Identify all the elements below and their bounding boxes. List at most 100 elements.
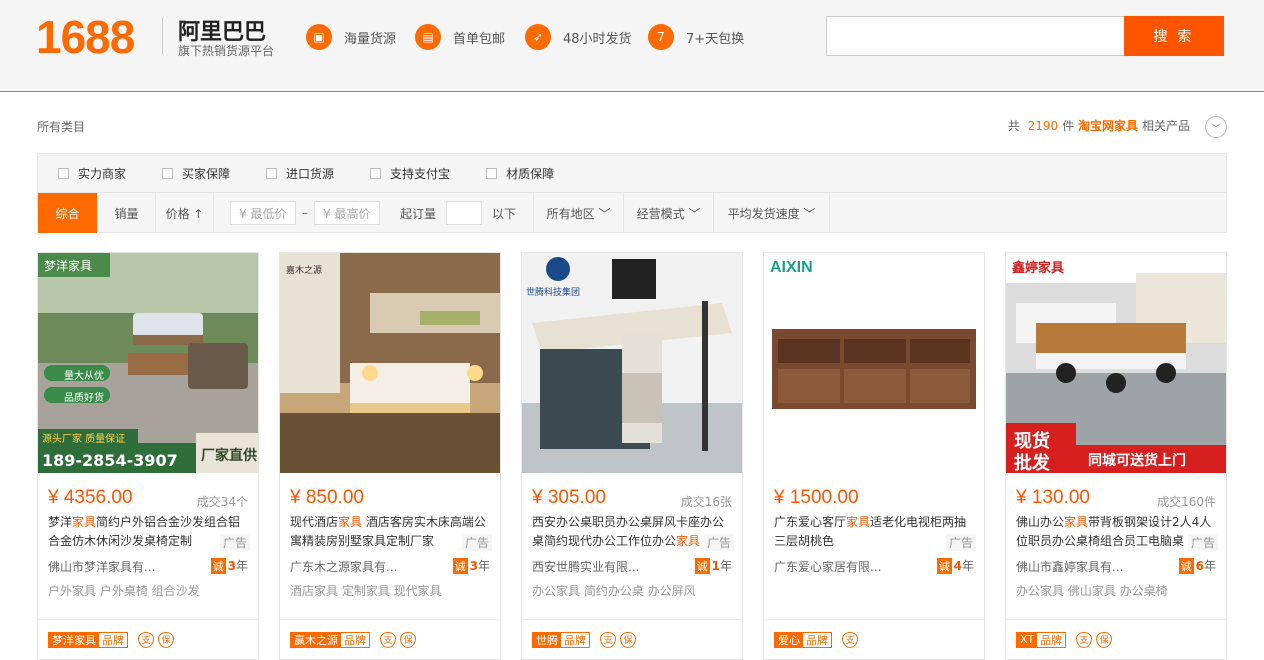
checkbox[interactable] [162,167,174,179]
expand-toggle-icon[interactable]: ﹀ [1205,116,1227,138]
filter-material-guarantee[interactable]: 材质保障 [486,165,554,182]
company-name[interactable]: 西安世腾实业有限... [532,558,639,575]
filter-imported[interactable]: 进口货源 [266,165,334,182]
product-title[interactable]: 佛山办公家具带背板钢架设计2人4人位职员办公桌椅组合员工电脑桌 [1016,513,1216,551]
alipay-icon: 支 [380,631,396,648]
trust-years: 诚3年 [210,557,248,574]
brand-badge[interactable]: 梦洋家具 品牌 [48,631,128,648]
cheng-badge-icon: 诚 [210,557,226,574]
brand-badge[interactable]: 爱心 品牌 [774,631,832,648]
sort-default[interactable]: 综合 [38,193,98,233]
delivery-speed-dropdown[interactable]: 平均发货速度 ﹀ [714,193,830,233]
card-footer: 梦洋家具 品牌 支 保 [38,619,258,659]
product-price: ¥ 130.00 [1016,487,1090,508]
sort-price[interactable]: 价格 ↑ [156,193,214,233]
product-card[interactable]: AIXIN ¥ 1500.00 广东爱心客厅家具适老化电视柜两抽三层胡桃色 广告… [763,252,985,660]
guarantee-icon: 保 [158,631,174,648]
guarantee-icon: 保 [1096,631,1113,648]
product-card[interactable]: 嘉木之源 ¥ 850.00 现代酒店家具 酒店客房实木床高端公寓精装房别墅家具定… [279,252,501,660]
alipay-icon: 支 [842,631,858,648]
filter-panel: 实力商家 买家保障 进口货源 支持支付宝 材质保障 综合 销量 价格 ↑ ¥ 最… [37,153,1227,233]
product-price: ¥ 850.00 [290,487,364,508]
trust-years: 诚4年 [936,557,974,574]
trust-years: 诚3年 [452,557,490,574]
feature-free-shipping: ▤ 首单包邮 [415,24,505,50]
ad-label: 广告 [703,534,734,551]
ad-label: 广告 [945,534,976,551]
brand-badge[interactable]: 赢木之源 品牌 [290,631,370,648]
company-name[interactable]: 广东木之源家具有... [290,558,397,575]
search-button[interactable]: 搜 索 [1124,16,1224,56]
breadcrumb-all-categories[interactable]: 所有类目 [37,118,85,135]
shield-icon: 7 [648,24,674,50]
company-name[interactable]: 广东爱心家居有限... [774,558,881,575]
product-image[interactable]: 嘉木之源 [280,253,500,473]
product-price: ¥ 4356.00 [48,487,133,508]
card-footer: 赢木之源 品牌 支 保 [280,619,500,659]
product-title[interactable]: 西安办公桌职员办公桌屏风卡座办公桌简约现代办公工作位办公家具 [532,513,732,551]
cheng-badge-icon: 诚 [694,557,710,574]
region-dropdown[interactable]: 所有地区 ﹀ [534,193,624,233]
product-title[interactable]: 现代酒店家具 酒店客房实木床高端公寓精装房别墅家具定制厂家 [290,513,490,551]
result-count: 共 2190 件 淘宝网家具 相关产品 [1007,119,1190,133]
filter-buyer-protection[interactable]: 买家保障 [162,165,230,182]
sort-row: 综合 销量 价格 ↑ ¥ 最低价 – ¥ 最高价 起订量 以下 所有地区 ﹀ 经… [38,193,1226,233]
brand-badge[interactable]: XT 品牌 [1016,631,1067,648]
product-tags[interactable]: 办公家具 佛山家具 办公桌椅 [1016,582,1168,599]
product-card[interactable]: 梦洋家具 量大从优 品质好货 源头厂家 质量保证 189-2854-3907 厂… [37,252,259,660]
checkbox[interactable] [58,167,69,179]
ad-label: 广告 [219,534,250,551]
checkbox[interactable] [370,167,382,179]
checkbox[interactable] [486,167,498,179]
feature-48h-delivery: ➶ 48小时发货 [525,24,632,50]
product-image[interactable]: AIXIN [764,253,984,473]
product-tags[interactable]: 户外家具 户外桌椅 组合沙发 [48,582,200,599]
product-title[interactable]: 梦洋家具简约户外铝合金沙发组合铝合金仿木休闲沙发桌椅定制 [48,513,248,551]
cube-icon: ▣ [306,24,332,50]
product-price: ¥ 305.00 [532,487,606,508]
cheng-badge-icon: 诚 [1178,557,1194,574]
deal-count: 成交34个 [196,495,248,509]
price-min-input[interactable]: ¥ 最低价 [230,201,296,225]
product-title[interactable]: 广东爱心客厅家具适老化电视柜两抽三层胡桃色 [774,513,974,551]
product-image[interactable]: 世腾科技集团 [522,253,742,473]
price-max-input[interactable]: ¥ 最高价 [314,201,380,225]
ad-label: 广告 [1187,534,1218,551]
filter-checkbox-row: 实力商家 买家保障 进口货源 支持支付宝 材质保障 [38,154,1226,193]
business-mode-dropdown[interactable]: 经营模式 ﹀ [624,193,714,233]
alipay-icon: 支 [1076,631,1093,648]
guarantee-icon: 保 [400,631,416,648]
company-name[interactable]: 佛山市鑫婷家具有... [1016,558,1123,575]
product-tags[interactable]: 酒店家具 定制家具 现代家具 [290,582,442,599]
ad-label: 广告 [461,534,492,551]
trust-years: 诚6年 [1178,557,1216,574]
logo-subtitle: 旗下热销货源平台 [178,44,275,58]
product-card[interactable]: 鑫婷家具 现货 批发 同城可送货上门 ¥ 130.00 成交160件 佛山办公家… [1005,252,1227,660]
checkbox[interactable] [266,167,278,179]
company-name[interactable]: 佛山市梦洋家具有... [48,558,155,575]
alipay-icon: 支 [138,631,154,648]
moq-filter: 起订量 以下 [384,193,534,233]
logo-1688[interactable]: 1688 [36,10,135,64]
search-input[interactable] [826,16,1126,56]
card-footer: 爱心 品牌 支 [764,619,984,659]
sort-sales[interactable]: 销量 [98,193,156,233]
product-card[interactable]: 世腾科技集团 ¥ 305.00 成交16张 西安办公桌职员办公桌屏风卡座办公桌简… [521,252,743,660]
product-tags[interactable]: 办公家具 简约办公桌 办公屏风 [532,582,696,599]
deal-count: 成交160件 [1157,495,1216,509]
rocket-icon: ➶ [525,24,551,50]
price-range: ¥ 最低价 – ¥ 最高价 [214,193,384,233]
moq-input[interactable] [446,201,483,225]
filter-strong-merchant[interactable]: 实力商家 [58,165,126,182]
alipay-icon: 支 [600,631,616,648]
product-image[interactable]: 鑫婷家具 现货 批发 同城可送货上门 [1006,253,1226,473]
brand-badge[interactable]: 世腾 品牌 [532,631,590,648]
filter-alipay[interactable]: 支持支付宝 [370,165,450,182]
feature-mass-supply: ▣ 海量货源 [306,24,396,50]
product-image[interactable]: 梦洋家具 量大从优 品质好货 源头厂家 质量保证 189-2854-3907 厂… [38,253,258,473]
truck-icon: ▤ [415,24,441,50]
card-footer: 世腾 品牌 支 保 [522,619,742,659]
feature-7day-exchange: 7 7+天包换 [648,24,744,50]
trust-years: 诚1年 [694,557,732,574]
cheng-badge-icon: 诚 [452,557,468,574]
